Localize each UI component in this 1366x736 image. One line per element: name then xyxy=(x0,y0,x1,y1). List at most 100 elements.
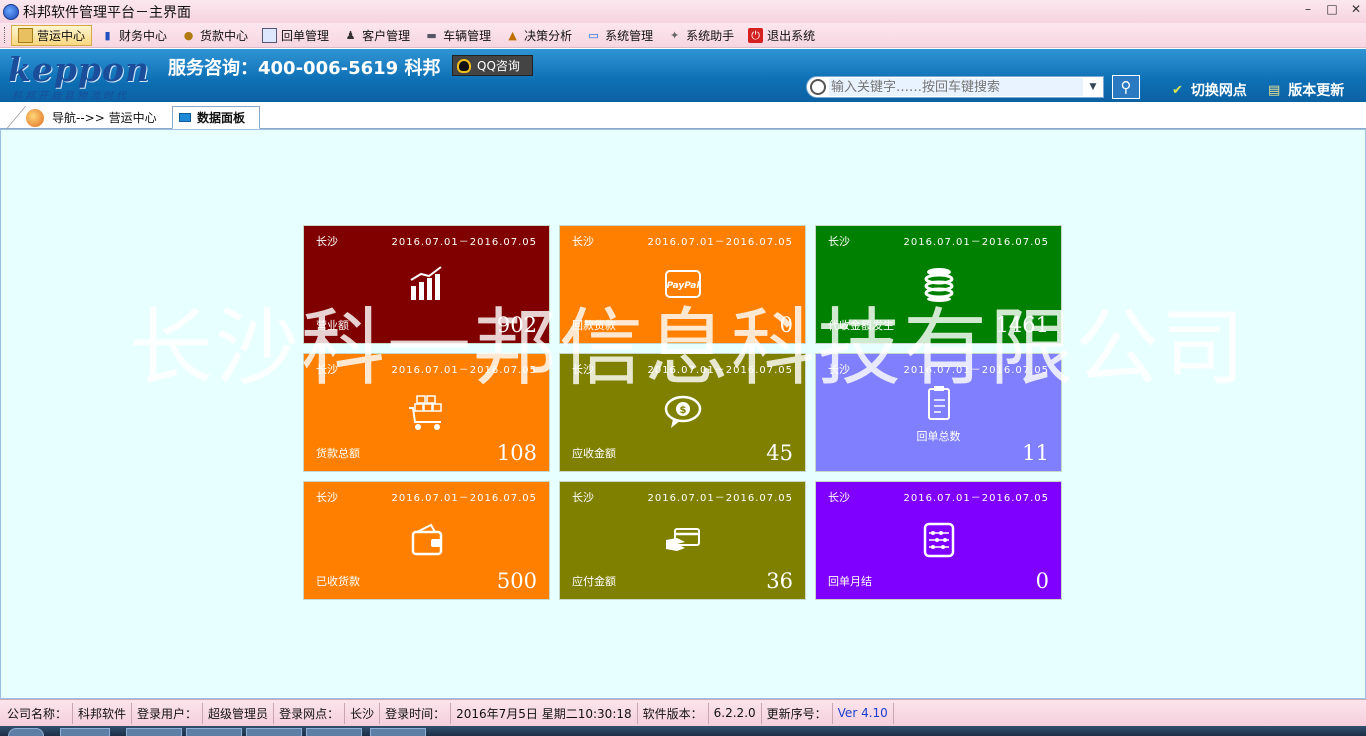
status-user-label: 登录用户： xyxy=(132,702,204,724)
tile-label: 已收货款 xyxy=(316,575,360,588)
status-time-label: 登录时间： xyxy=(380,702,452,724)
status-branch-label: 登录网点： xyxy=(274,702,346,724)
menu-vehicle-management[interactable]: ▬ 车辆管理 xyxy=(418,25,497,46)
search-input[interactable] xyxy=(829,78,1083,96)
update-package-icon: ▤ xyxy=(1268,82,1281,98)
tile-payable-amount[interactable]: 长沙 2016.07.01－2016.07.05 应付金额 36 xyxy=(559,481,806,600)
maximize-button[interactable]: □ xyxy=(1326,2,1338,16)
tile-city: 长沙 xyxy=(572,491,594,504)
status-update-seq: Ver 4.10 xyxy=(833,702,894,724)
checkmark-icon: ✔ xyxy=(1172,82,1183,98)
tile-monthly-receipts[interactable]: 长沙 2016.07.01－2016.07.05 回单月结 0 xyxy=(815,481,1062,600)
menu-label: 车辆管理 xyxy=(443,28,492,43)
search-box: ▼ xyxy=(806,76,1104,98)
monitor-icon xyxy=(179,113,191,122)
logo-slogan: 科邦开启县物流时代 xyxy=(12,91,129,102)
tile-label: 回款货款 xyxy=(572,319,616,332)
header-banner: keppon 科邦开启县物流时代 服务咨询：400-006-5619 科邦 QQ… xyxy=(0,49,1366,102)
taskbar-app-button[interactable] xyxy=(306,728,362,736)
tile-collection-amount[interactable]: 长沙 2016.07.01－2016.07.05 代收金额发生 1461 xyxy=(815,225,1062,344)
menu-system-assistant[interactable]: ✦ 系统助手 xyxy=(661,25,740,46)
menu-operations-center[interactable]: 营运中心 xyxy=(11,24,93,46)
tile-city: 长沙 xyxy=(828,491,850,504)
receipt-icon xyxy=(262,27,278,43)
tile-date-range: 2016.07.01－2016.07.05 xyxy=(647,237,793,248)
qq-consult-button[interactable]: QQ咨询 xyxy=(452,55,533,76)
status-user: 超级管理员 xyxy=(203,702,275,724)
menu-label: 决策分析 xyxy=(524,28,573,43)
cart-icon xyxy=(407,392,447,432)
tile-value: 45 xyxy=(766,441,793,465)
tile-value: 11 xyxy=(1022,441,1049,465)
tile-label: 营业额 xyxy=(316,319,349,332)
tile-date-range: 2016.07.01－2016.07.05 xyxy=(903,493,1049,504)
version-update-button[interactable]: ▤ 版本更新 xyxy=(1268,80,1344,100)
qq-penguin-icon xyxy=(457,58,471,73)
tile-city: 长沙 xyxy=(828,363,850,376)
taskbar-app-button[interactable] xyxy=(370,728,426,736)
data-panel: 长沙 2016.07.01－2016.07.05 营业额 902 长沙 2016… xyxy=(0,129,1366,699)
tile-label: 应收金额 xyxy=(572,447,616,460)
menu-customer-management[interactable]: ♟ 客户管理 xyxy=(337,25,416,46)
menu-label: 退出系统 xyxy=(767,28,816,43)
menu-label: 回单管理 xyxy=(281,28,330,43)
svg-text:PayPal: PayPal xyxy=(666,281,700,291)
tile-returned-payment[interactable]: 长沙 2016.07.01－2016.07.05 PayPal 回款货款 0 xyxy=(559,225,806,344)
assistant-icon: ✦ xyxy=(670,28,680,42)
status-company-label: 公司名称： xyxy=(2,702,74,724)
switch-branch-label: 切换网点 xyxy=(1190,83,1247,99)
taskbar-app-button[interactable] xyxy=(246,728,302,736)
menu-label: 营运中心 xyxy=(37,28,86,43)
tile-city: 长沙 xyxy=(572,235,594,248)
menu-exit-system[interactable]: ⏻ 退出系统 xyxy=(742,25,821,46)
taskbar-app-button[interactable] xyxy=(126,728,182,736)
status-sw-version-label: 软件版本： xyxy=(638,702,709,724)
tab-data-panel[interactable]: 数据面板 xyxy=(172,106,260,129)
start-orb[interactable] xyxy=(8,728,44,736)
tile-date-range: 2016.07.01－2016.07.05 xyxy=(647,365,793,376)
tile-total-payment[interactable]: 长沙 2016.07.01－2016.07.05 货款总额 108 xyxy=(303,353,550,472)
tile-city: 长沙 xyxy=(316,491,338,504)
tile-city: 长沙 xyxy=(316,235,338,248)
search-button[interactable]: ⚲ xyxy=(1112,75,1140,99)
tile-received-payment[interactable]: 长沙 2016.07.01－2016.07.05 已收货款 500 xyxy=(303,481,550,600)
tile-label: 货款总额 xyxy=(316,447,360,460)
tile-receivable-amount[interactable]: 长沙 2016.07.01－2016.07.05 $ 应收金额 45 xyxy=(559,353,806,472)
tile-total-receipts[interactable]: 长沙 2016.07.01－2016.07.05 回单总数 11 xyxy=(815,353,1062,472)
close-button[interactable]: ✕ xyxy=(1350,2,1362,16)
truck-icon: ▬ xyxy=(426,28,437,42)
title-bar: 科邦软件管理平台－主界面 – □ ✕ xyxy=(0,0,1366,23)
menu-receipt-management[interactable]: 回单管理 xyxy=(256,25,335,46)
menu-label: 财务中心 xyxy=(119,28,168,43)
tile-date-range: 2016.07.01－2016.07.05 xyxy=(391,237,537,248)
tile-value: 1461 xyxy=(995,313,1049,337)
money-bag-icon: ● xyxy=(183,28,194,42)
taskbar-app-button[interactable] xyxy=(186,728,242,736)
status-sw-version: 6.2.2.0 xyxy=(709,702,762,724)
service-hotline: 服务咨询：400-006-5619 科邦 xyxy=(168,58,441,79)
taskbar-app-button[interactable] xyxy=(60,728,110,736)
menu-decision-analysis[interactable]: ▲ 决策分析 xyxy=(499,25,578,46)
menu-payment-center[interactable]: ● 货款中心 xyxy=(175,25,254,46)
tile-revenue[interactable]: 长沙 2016.07.01－2016.07.05 营业额 902 xyxy=(303,225,550,344)
tile-date-range: 2016.07.01－2016.07.05 xyxy=(903,365,1049,376)
tab-label: 数据面板 xyxy=(197,111,246,125)
globe-icon xyxy=(26,108,44,127)
window-controls: – □ ✕ xyxy=(1302,2,1362,16)
home-icon xyxy=(18,27,33,43)
switch-branch-button[interactable]: ✔ 切换网点 xyxy=(1172,80,1247,100)
menu-finance-center[interactable]: ▮ 财务中心 xyxy=(94,25,173,46)
finance-chart-icon: ▮ xyxy=(104,28,111,42)
wallet-icon xyxy=(407,520,447,560)
abacus-icon xyxy=(919,520,959,560)
menu-system-management[interactable]: ▭ 系统管理 xyxy=(580,25,659,46)
app-icon xyxy=(3,3,19,20)
menu-label: 货款中心 xyxy=(200,28,249,43)
toolbar-grip[interactable] xyxy=(4,27,7,43)
tile-value: 500 xyxy=(496,569,537,593)
minimize-button[interactable]: – xyxy=(1302,2,1314,16)
tile-label: 回单月结 xyxy=(828,575,872,588)
tab-navigation[interactable]: 导航-->> 营运中心 xyxy=(6,106,166,129)
chevron-down-icon[interactable]: ▼ xyxy=(1083,77,1103,97)
tile-date-range: 2016.07.01－2016.07.05 xyxy=(903,237,1049,248)
